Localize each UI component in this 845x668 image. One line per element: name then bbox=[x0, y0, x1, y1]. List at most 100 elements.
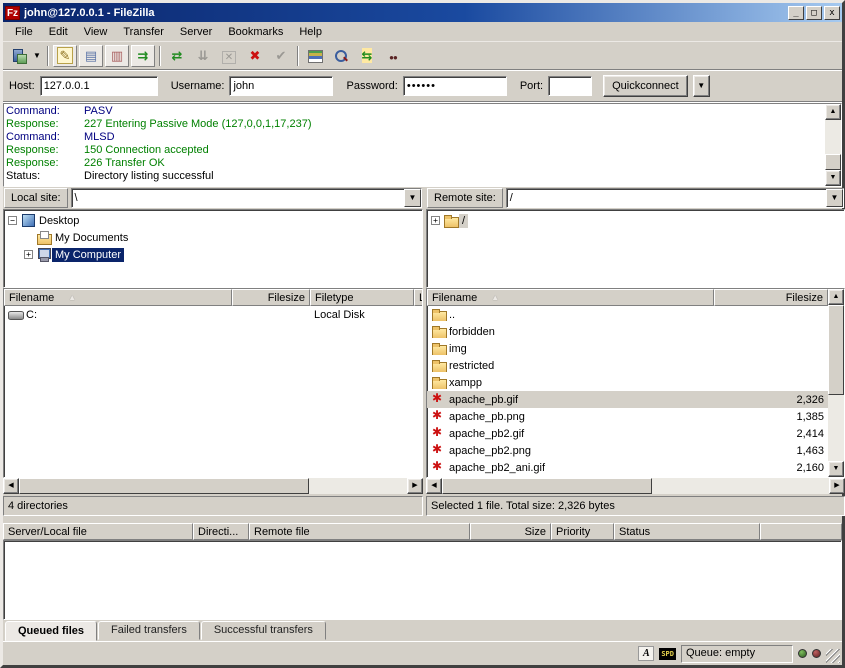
remote-file-row[interactable]: apache_pb2.gif 2,414 bbox=[427, 425, 828, 442]
scroll-down-icon[interactable]: ▼ bbox=[828, 461, 844, 477]
toolbar-separator bbox=[159, 46, 161, 66]
toggle-transfer-queue-icon[interactable] bbox=[131, 45, 155, 67]
remote-list-header: Filename▲ Filesize bbox=[427, 289, 828, 306]
menu-item[interactable]: View bbox=[76, 24, 116, 40]
expander-icon[interactable]: − bbox=[8, 216, 17, 225]
title-bar[interactable]: Fz john@127.0.0.1 - FileZilla _ □ x bbox=[3, 3, 842, 22]
queue-tab[interactable]: Queued files bbox=[5, 621, 97, 641]
port-label: Port: bbox=[520, 80, 543, 92]
scroll-right-icon[interactable]: ▶ bbox=[407, 478, 423, 494]
menu-item[interactable]: Transfer bbox=[115, 24, 172, 40]
site-manager-icon[interactable] bbox=[7, 45, 31, 67]
remote-file-row[interactable]: .. bbox=[427, 306, 828, 323]
resize-grip[interactable] bbox=[826, 649, 840, 663]
remote-tree: + / bbox=[426, 209, 845, 288]
menu-item[interactable]: File bbox=[7, 24, 41, 40]
queue-body[interactable] bbox=[3, 540, 842, 620]
quickconnect-dropdown-icon[interactable]: ▼ bbox=[693, 75, 710, 97]
local-status-bar: 4 directories bbox=[3, 496, 423, 516]
expander-icon[interactable]: + bbox=[24, 250, 33, 259]
local-hscrollbar[interactable]: ◀ ▶ bbox=[3, 478, 423, 494]
column-header-filesize[interactable]: Filesize bbox=[714, 289, 828, 306]
log-line: Response: 226 Transfer OK bbox=[6, 157, 823, 170]
scroll-down-icon[interactable]: ▼ bbox=[825, 170, 841, 186]
remote-site-combobox[interactable]: / ▼ bbox=[506, 188, 844, 208]
remote-file-row[interactable]: apache_pb2.png 1,463 bbox=[427, 442, 828, 459]
tree-item[interactable]: My Documents bbox=[5, 229, 421, 246]
menu-item[interactable]: Help bbox=[291, 24, 330, 40]
remote-file-row[interactable]: apache_pb2_ani.gif 2,160 bbox=[427, 459, 828, 476]
cancel-operation-icon[interactable] bbox=[217, 45, 241, 67]
tree-item[interactable]: + / bbox=[428, 212, 843, 229]
remote-hscrollbar[interactable]: ◀ ▶ bbox=[426, 478, 845, 494]
process-queue-icon[interactable] bbox=[191, 45, 215, 67]
sort-asc-icon: ▲ bbox=[491, 293, 499, 302]
maximize-button[interactable]: □ bbox=[806, 6, 822, 20]
local-site-combobox[interactable]: \ ▼ bbox=[71, 188, 422, 208]
remote-file-row[interactable]: forbidden bbox=[427, 323, 828, 340]
scroll-thumb[interactable] bbox=[19, 478, 309, 494]
filezilla-logo-icon: Fz bbox=[5, 6, 20, 20]
remote-file-row[interactable]: restricted bbox=[427, 357, 828, 374]
disconnect-icon[interactable] bbox=[243, 45, 267, 67]
expander-icon[interactable] bbox=[24, 233, 33, 242]
column-header-server-local-file[interactable]: Server/Local file bbox=[3, 523, 193, 540]
column-header-filename[interactable]: Filename▲ bbox=[427, 289, 714, 306]
column-header-filename[interactable]: Filename▲ bbox=[4, 289, 232, 306]
local-site-label: Local site: bbox=[4, 188, 68, 208]
column-header-priority[interactable]: Priority bbox=[551, 523, 614, 540]
site-manager-dropdown-icon[interactable]: ▼ bbox=[31, 45, 43, 67]
remote-file-row[interactable]: apache_pb.gif 2,326 bbox=[427, 391, 828, 408]
column-header-remote-file[interactable]: Remote file bbox=[249, 523, 470, 540]
scroll-right-icon[interactable]: ▶ bbox=[829, 478, 845, 494]
file-icon bbox=[431, 461, 447, 474]
scroll-left-icon[interactable]: ◀ bbox=[3, 478, 19, 494]
remote-file-row[interactable]: xampp bbox=[427, 374, 828, 391]
expander-icon[interactable]: + bbox=[431, 216, 440, 225]
quickconnect-button[interactable]: Quickconnect bbox=[603, 75, 688, 97]
find-files-icon[interactable] bbox=[381, 45, 405, 67]
directory-comparison-icon[interactable] bbox=[329, 45, 353, 67]
column-header-status[interactable]: Status bbox=[614, 523, 760, 540]
scroll-thumb[interactable] bbox=[825, 154, 841, 170]
username-input[interactable] bbox=[229, 76, 333, 96]
close-button[interactable]: x bbox=[824, 6, 840, 20]
speed-limit-icon: SPD bbox=[659, 648, 676, 660]
scroll-up-icon[interactable]: ▲ bbox=[828, 289, 844, 305]
scroll-thumb[interactable] bbox=[828, 305, 844, 395]
minimize-button[interactable]: _ bbox=[788, 6, 804, 20]
refresh-icon[interactable] bbox=[165, 45, 189, 67]
menu-item[interactable]: Server bbox=[172, 24, 220, 40]
tree-item[interactable]: + My Computer bbox=[5, 246, 421, 263]
column-header-size[interactable]: Size bbox=[470, 523, 551, 540]
queue-tab[interactable]: Failed transfers bbox=[98, 621, 200, 640]
synchronized-browsing-icon[interactable] bbox=[355, 45, 379, 67]
remote-vscrollbar[interactable]: ▲ ▼ bbox=[828, 289, 844, 477]
tree-item[interactable]: − Desktop bbox=[5, 212, 421, 229]
column-header-filesize[interactable]: Filesize bbox=[232, 289, 310, 306]
toggle-remote-tree-icon[interactable] bbox=[105, 45, 129, 67]
log-scrollbar[interactable]: ▲ ▼ bbox=[825, 104, 841, 186]
queue-tab[interactable]: Successful transfers bbox=[201, 621, 326, 640]
filter-icon[interactable] bbox=[303, 45, 327, 67]
chevron-down-icon[interactable]: ▼ bbox=[404, 189, 421, 207]
scroll-thumb[interactable] bbox=[442, 478, 652, 494]
menu-item[interactable]: Bookmarks bbox=[220, 24, 291, 40]
remote-file-row[interactable]: apache_pb.png 1,385 bbox=[427, 408, 828, 425]
tree-item-icon bbox=[36, 231, 52, 244]
column-header-filetype[interactable]: Filetype bbox=[310, 289, 414, 306]
toggle-local-tree-icon[interactable] bbox=[79, 45, 103, 67]
port-input[interactable] bbox=[548, 76, 592, 96]
password-input[interactable] bbox=[403, 76, 507, 96]
column-header-direction[interactable]: Directi... bbox=[193, 523, 249, 540]
menu-item[interactable]: Edit bbox=[41, 24, 76, 40]
toggle-message-log-icon[interactable] bbox=[53, 45, 77, 67]
remote-file-row[interactable]: img bbox=[427, 340, 828, 357]
chevron-down-icon[interactable]: ▼ bbox=[826, 189, 843, 207]
scroll-up-icon[interactable]: ▲ bbox=[825, 104, 841, 120]
reconnect-icon[interactable] bbox=[269, 45, 293, 67]
scroll-left-icon[interactable]: ◀ bbox=[426, 478, 442, 494]
local-file-row[interactable]: C: Local Disk bbox=[4, 306, 422, 323]
host-input[interactable] bbox=[40, 76, 158, 96]
column-header-modified[interactable]: L bbox=[414, 289, 422, 306]
